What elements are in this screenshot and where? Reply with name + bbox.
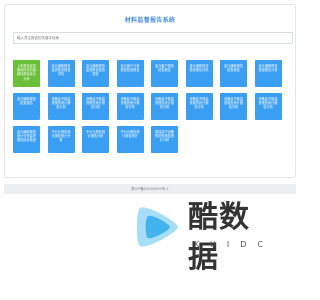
report-tile[interactable]: 金元通新报告监督检查报告详情	[47, 60, 75, 87]
report-tile[interactable]: 不分元报告统计报告统计	[116, 126, 144, 153]
watermark-logo: 酷数据 KUIDC	[132, 198, 266, 275]
report-tile[interactable]: 金元通新报告检查报告	[13, 93, 40, 120]
report-tile[interactable]: 金元客户报告检查报告	[151, 60, 178, 87]
report-tile[interactable]: 设备监不能监督报告统计报告分析	[185, 93, 213, 120]
footer-icp: 蒙ICP备00000000号-1	[4, 184, 296, 194]
report-tile[interactable]: 不分元报告统计报告分析	[82, 126, 109, 153]
logo-subtext: KUIDC	[194, 240, 274, 249]
report-tile[interactable]: 金元通新报告检查报告	[220, 60, 247, 87]
report-tile[interactable]: 设备监不能监督报告统计报告分析	[82, 93, 109, 120]
report-tile[interactable]: 金元客户分析报告检查报告	[116, 60, 144, 87]
report-tile[interactable]: 设备监不能监督报告统计报告分析	[220, 93, 247, 120]
report-tile[interactable]: 设备监不能监督报告统计报告分析	[47, 93, 75, 120]
report-tile[interactable]: 金元通新报告统计分析监督报告综合检查	[13, 126, 40, 153]
page-title: 材料监督报告系统	[124, 17, 176, 24]
logo-text: 酷数据	[188, 200, 250, 275]
report-tile[interactable]: 金元通新报告监督报告检查提查	[82, 60, 109, 87]
report-tile[interactable]: 上年报告监控使用情况月度超标报告综合分析	[13, 60, 40, 87]
main-panel: 材料监督报告系统 上年报告监控使用情况月度超标报告综合分析 金元通新报告监督检查…	[4, 4, 296, 178]
report-tile[interactable]: 不分元报告统计报告统计分析	[47, 126, 75, 153]
report-tile[interactable]: 设备监不能监督报告统计报告分析	[116, 93, 144, 120]
report-tile[interactable]: 设备监不能监督报告统计报告分析	[151, 93, 178, 120]
report-tile[interactable]: 设备监不能监督报告统计报告分析	[254, 93, 282, 120]
search-input[interactable]	[13, 32, 293, 44]
report-tile[interactable]: 金元通新报告检查报告分析	[254, 60, 282, 87]
play-logo-icon	[137, 207, 178, 247]
report-tile[interactable]: 提高技不设备的检查报告统计分析	[151, 126, 178, 153]
report-grid: 上年报告监控使用情况月度超标报告综合分析 金元通新报告监督检查报告详情 金元通新…	[13, 60, 297, 153]
report-tile[interactable]: 金元通新报告检查报告详情	[185, 60, 213, 87]
